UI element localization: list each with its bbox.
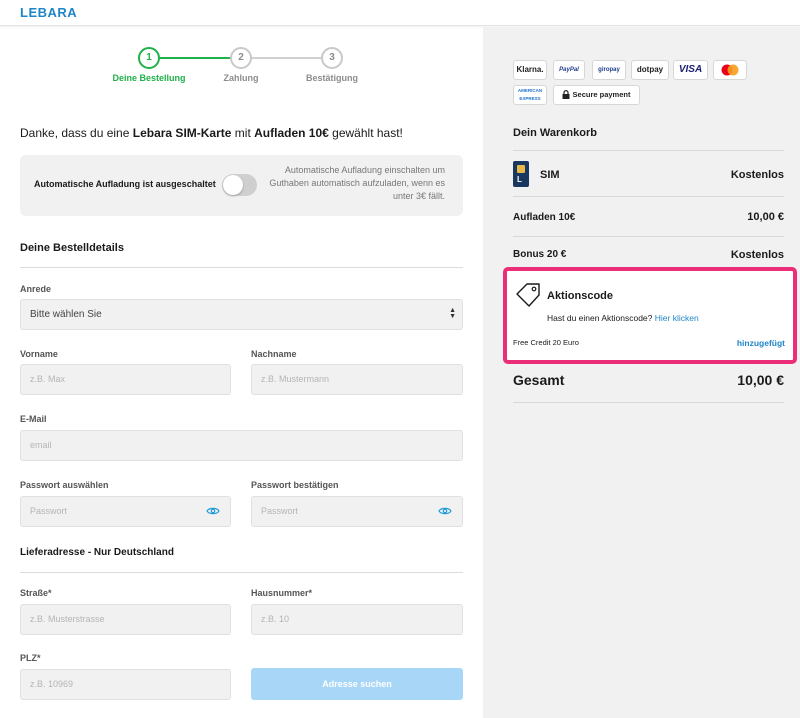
email-input[interactable]: email <box>20 430 463 461</box>
promo-code-box: Aktionscode Hast du einen Aktionscode? H… <box>503 267 797 364</box>
password-confirm-label: Passwort bestätigen <box>251 480 339 490</box>
dotpay-logo: dotpay <box>631 60 669 80</box>
last-name-label: Nachname <box>251 349 297 359</box>
promo-added-status: hinzugefügt <box>736 338 785 348</box>
klarna-logo: Klarna. <box>513 60 547 80</box>
cart-item-topup-value: 10,00 € <box>747 211 784 223</box>
amex-logo: AMERICAN EXPRESS <box>513 85 547 105</box>
thank-you-message: Danke, dass du eine Lebara SIM-Karte mit… <box>20 126 403 140</box>
cart-column: Klarna. PayPal giropay dotpay VISA AMERI… <box>483 27 800 718</box>
zip-input[interactable]: z.B. 10969 <box>20 669 231 700</box>
auto-topup-toggle[interactable] <box>222 174 257 196</box>
step-label: Bestätigung <box>305 73 358 83</box>
order-form-column: 1 Deine Bestellung 2 Zahlung 3 Bestätigu… <box>0 27 483 718</box>
paypal-logo: PayPal <box>553 60 585 80</box>
lock-icon <box>562 90 570 99</box>
salutation-label: Anrede <box>20 284 52 294</box>
divider <box>513 150 784 151</box>
giropay-logo: giropay <box>592 60 626 80</box>
cart-item-bonus-label: Bonus 20 € <box>513 249 567 260</box>
street-input[interactable]: z.B. Musterstrasse <box>20 604 231 635</box>
visa-logo: VISA <box>673 60 708 80</box>
top-bar: LEBARA <box>0 0 800 26</box>
toggle-knob <box>223 175 243 195</box>
house-number-label: Hausnummer* <box>251 588 313 598</box>
total-label: Gesamt <box>513 372 565 388</box>
cart-item-sim-value: Kostenlos <box>730 169 784 181</box>
order-details-title: Deine Bestelldetails <box>20 242 124 254</box>
email-label: E-Mail <box>20 414 47 424</box>
password-confirm-placeholder: Passwort <box>261 506 299 516</box>
cart-item-topup-label: Aufladen 10€ <box>513 212 576 223</box>
cart-item-sim-label: SIM <box>540 169 560 181</box>
delivery-title: Lieferadresse - Nur Deutschland <box>20 547 174 558</box>
secure-payment-badge: Secure payment <box>553 85 640 105</box>
first-name-input[interactable]: z.B. Max <box>20 364 231 395</box>
divider <box>513 402 784 403</box>
sim-l-glyph: L <box>517 175 522 184</box>
password-label: Passwort auswählen <box>20 480 109 490</box>
promo-click-here-link[interactable]: Hier klicken <box>655 313 699 323</box>
cart-title: Dein Warenkorb <box>513 127 597 139</box>
show-password-eye-icon[interactable] <box>206 506 220 516</box>
address-search-button[interactable]: Adresse suchen <box>251 668 463 700</box>
step-payment: 2 Zahlung <box>201 47 281 83</box>
divider <box>20 572 463 573</box>
password-input[interactable]: Passwort <box>20 496 231 527</box>
first-name-label: Vorname <box>20 349 58 359</box>
auto-topup-panel: Automatische Aufladung ist ausgeschaltet… <box>20 155 463 216</box>
mastercard-logo <box>713 60 747 80</box>
password-confirm-input[interactable]: Passwort <box>251 496 463 527</box>
step-order: 1 Deine Bestellung <box>109 47 189 83</box>
cart-item-bonus-value: Kostenlos <box>730 249 784 261</box>
mastercard-icon <box>721 64 739 76</box>
salutation-value: Bitte wählen Sie <box>30 309 102 320</box>
secure-payment-label: Secure payment <box>572 90 631 99</box>
auto-topup-label: Automatische Aufladung ist ausgeschaltet <box>34 179 216 189</box>
promo-credit-text: Free Credit 20 Euro <box>513 338 579 347</box>
step-label: Deine Bestellung <box>112 73 186 83</box>
total-value: 10,00 € <box>737 372 784 388</box>
street-label: Straße* <box>20 588 52 598</box>
select-arrows-icon: ▲ ▼ <box>449 307 456 320</box>
password-placeholder: Passwort <box>30 506 68 516</box>
house-number-input[interactable]: z.B. 10 <box>251 604 463 635</box>
step-number: 2 <box>230 47 252 69</box>
step-label: Zahlung <box>223 73 259 83</box>
step-number: 3 <box>321 47 343 69</box>
promo-question: Hast du einen Aktionscode? Hier klicken <box>547 313 699 323</box>
divider <box>20 267 463 268</box>
step-number: 1 <box>138 47 160 69</box>
sim-card-icon: L <box>513 161 529 187</box>
divider <box>513 196 784 197</box>
promo-title: Aktionscode <box>547 290 614 302</box>
step-confirmation: 3 Bestätigung <box>292 47 372 83</box>
zip-label: PLZ* <box>20 653 41 663</box>
auto-topup-description: Automatische Aufladung einschalten um Gu… <box>269 165 445 201</box>
sim-chip <box>517 165 525 173</box>
lebara-logo[interactable]: LEBARA <box>20 5 77 20</box>
divider <box>513 236 784 237</box>
show-password-eye-icon[interactable] <box>438 506 452 516</box>
last-name-input[interactable]: z.B. Mustermann <box>251 364 463 395</box>
tag-icon <box>516 283 540 307</box>
salutation-select[interactable]: Bitte wählen Sie ▲ ▼ <box>20 299 463 330</box>
